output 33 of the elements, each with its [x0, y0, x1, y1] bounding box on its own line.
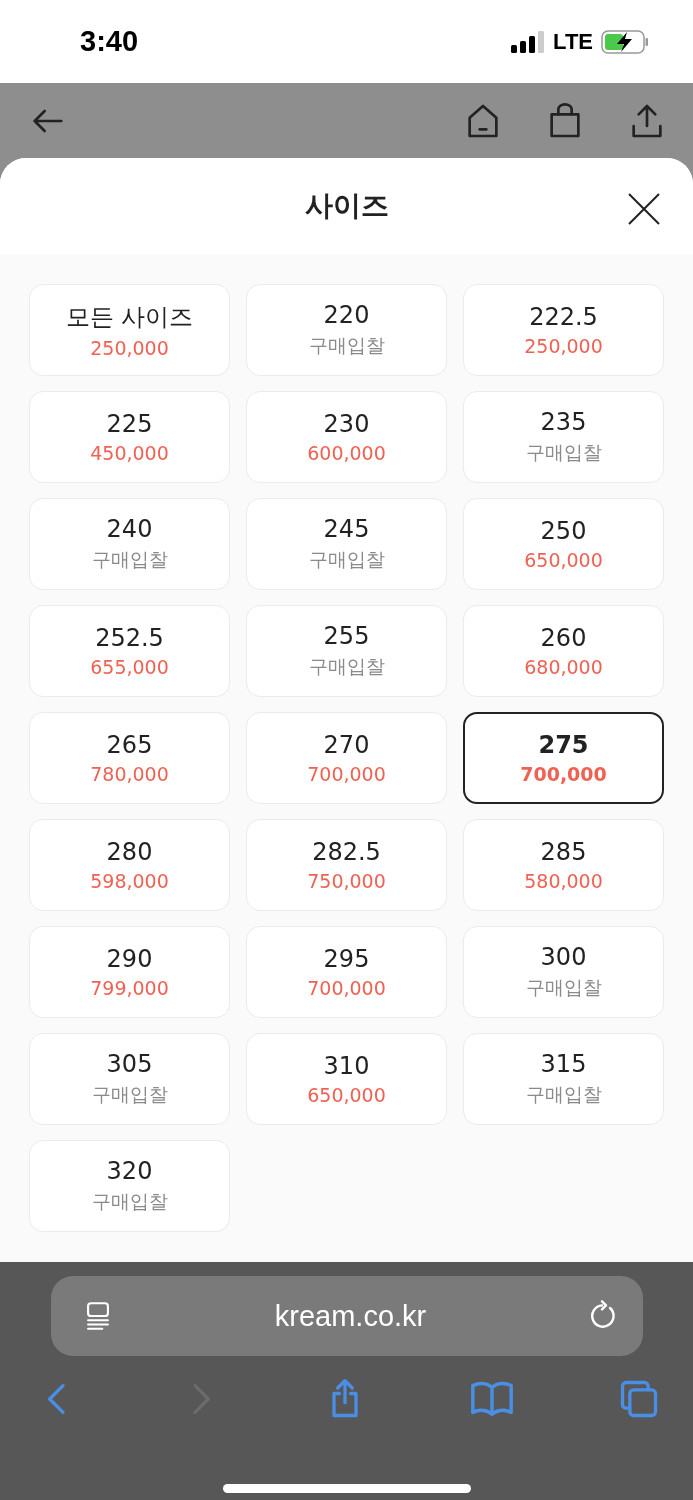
size-option[interactable]: 220 구매입찰 — [246, 284, 447, 376]
size-option[interactable]: 285 580,000 — [463, 819, 664, 911]
size-option[interactable]: 모든 사이즈 250,000 — [29, 284, 230, 376]
size-option[interactable]: 275 700,000 — [463, 712, 664, 804]
size-option[interactable]: 225 450,000 — [29, 391, 230, 483]
size-option[interactable]: 280 598,000 — [29, 819, 230, 911]
size-option[interactable]: 230 600,000 — [246, 391, 447, 483]
size-option[interactable]: 222.5 250,000 — [463, 284, 664, 376]
signal-icon — [511, 30, 546, 53]
size-option[interactable]: 255 구매입찰 — [246, 605, 447, 697]
size-option[interactable]: 245 구매입찰 — [246, 498, 447, 590]
size-option[interactable]: 295 700,000 — [246, 926, 447, 1018]
close-button[interactable] — [627, 192, 661, 226]
size-option[interactable]: 282.5 750,000 — [246, 819, 447, 911]
size-option[interactable]: 305 구매입찰 — [29, 1033, 230, 1125]
address-bar[interactable]: kream.co.kr — [50, 1276, 643, 1356]
battery-charging-icon — [601, 29, 649, 54]
status-time: 3:40 — [80, 25, 139, 58]
size-option[interactable]: 300 구매입찰 — [463, 926, 664, 1018]
size-option[interactable]: 260 680,000 — [463, 605, 664, 697]
size-option[interactable]: 315 구매입찰 — [463, 1033, 664, 1125]
size-option[interactable]: 240 구매입찰 — [29, 498, 230, 590]
size-option[interactable]: 320 구매입찰 — [29, 1140, 230, 1232]
size-option[interactable]: 270 700,000 — [246, 712, 447, 804]
sheet-title: 사이즈 — [304, 188, 389, 224]
url-text: kream.co.kr — [274, 1299, 427, 1333]
size-option[interactable]: 235 구매입찰 — [463, 391, 664, 483]
network-label: LTE — [553, 28, 593, 55]
size-option[interactable]: 310 650,000 — [246, 1033, 447, 1125]
size-option[interactable]: 252.5 655,000 — [29, 605, 230, 697]
size-option[interactable]: 265 780,000 — [29, 712, 230, 804]
size-option[interactable]: 250 650,000 — [463, 498, 664, 590]
size-option[interactable]: 290 799,000 — [29, 926, 230, 1018]
